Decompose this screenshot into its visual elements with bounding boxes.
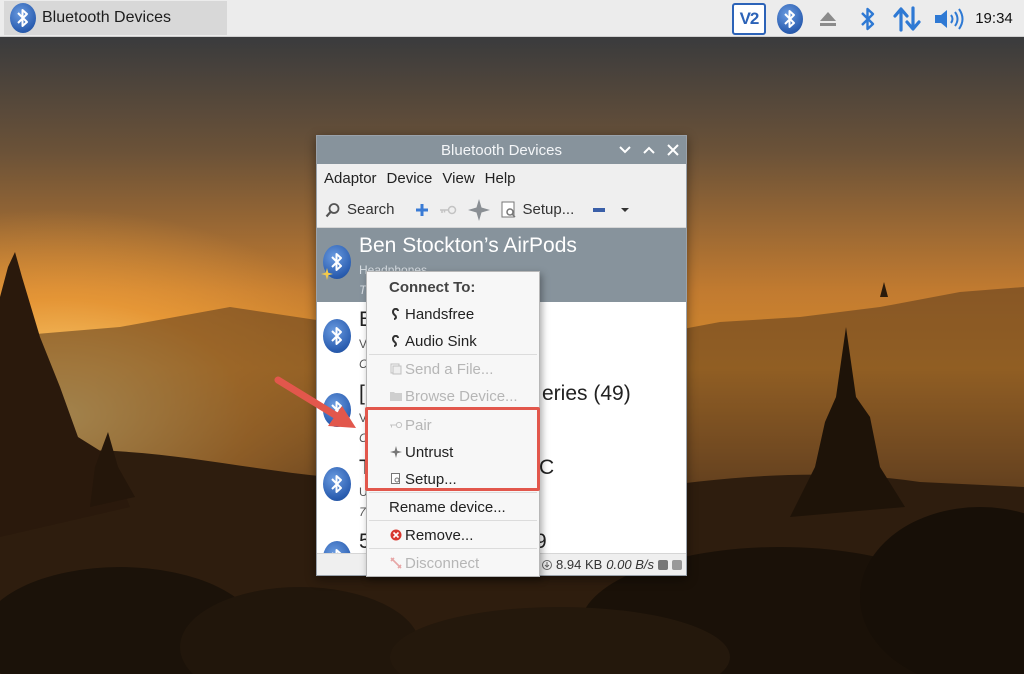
- menu-item-rename-device[interactable]: Rename device...: [367, 494, 539, 520]
- menu-item-remove[interactable]: Remove...: [367, 522, 539, 548]
- bluetooth-icon: [777, 3, 803, 34]
- menu-item-label: Disconnect: [405, 554, 480, 572]
- window-titlebar[interactable]: Bluetooth Devices: [317, 136, 686, 164]
- menu-separator: [369, 548, 537, 549]
- menu-device[interactable]: Device: [382, 170, 438, 187]
- device-detail: 7: [359, 505, 366, 519]
- menu-item-label: Send a File...: [405, 360, 494, 378]
- menu-item-label: Remove...: [405, 526, 474, 544]
- window-title: Bluetooth Devices: [441, 141, 562, 159]
- pair-toolbar-button[interactable]: [439, 204, 457, 216]
- menu-adaptor[interactable]: Adaptor: [319, 170, 382, 187]
- received-bytes: 8.94 KB: [556, 557, 603, 572]
- device-name-suffix: C: [539, 456, 555, 479]
- bluetooth-icon: [323, 467, 351, 501]
- status-indicator-icon: [658, 559, 668, 570]
- trust-toolbar-button[interactable]: [467, 198, 491, 222]
- menu-separator: [369, 492, 537, 493]
- close-button[interactable]: [666, 143, 680, 157]
- eject-tray-button[interactable]: [815, 0, 841, 37]
- add-device-button[interactable]: [415, 203, 429, 217]
- maximize-button[interactable]: [642, 143, 656, 157]
- remove-icon: [389, 528, 403, 542]
- context-menu-header: Connect To:: [389, 278, 476, 296]
- ear-icon: [389, 334, 403, 348]
- search-button-label: Search: [347, 201, 395, 218]
- menu-separator: [369, 354, 537, 355]
- trusted-sparkle-icon: [321, 268, 333, 280]
- disconnect-icon: [389, 556, 403, 570]
- clock[interactable]: 19:34: [970, 0, 1018, 37]
- toolbar-overflow-button[interactable]: [620, 207, 630, 213]
- menu-separator: [369, 520, 537, 521]
- annotation-highlight-box: [365, 407, 540, 491]
- bluetooth-icon: [323, 319, 351, 353]
- menu-help[interactable]: Help: [480, 170, 521, 187]
- device-name-suffix: eries (49): [542, 382, 631, 405]
- download-icon: [542, 559, 553, 570]
- toolbar: Search Setup...: [317, 192, 686, 228]
- menu-view[interactable]: View: [437, 170, 479, 187]
- annotation-arrow-icon: [274, 376, 356, 428]
- send-file-icon: [389, 362, 403, 376]
- bluetooth-tray-button[interactable]: [775, 0, 805, 37]
- setup-toolbar-label: Setup...: [522, 201, 575, 218]
- device-name: Ben Stockton’s AirPods: [359, 234, 577, 257]
- folder-icon: [389, 389, 403, 403]
- menu-item-label: Audio Sink: [405, 332, 477, 350]
- setup-toolbar-button[interactable]: Setup...: [501, 201, 575, 219]
- menu-item-label: Rename device...: [389, 498, 506, 516]
- key-icon: [439, 205, 456, 214]
- bluetooth-icon: [10, 3, 36, 33]
- remove-toolbar-button[interactable]: [592, 207, 606, 213]
- menu-item-send-file[interactable]: Send a File...: [367, 356, 539, 382]
- plus-icon: [415, 203, 428, 216]
- network-icon: [893, 5, 921, 32]
- dropdown-arrow-icon: [621, 207, 630, 212]
- close-icon: [667, 144, 679, 156]
- chevron-up-icon: [643, 146, 655, 154]
- menu-item-label: Handsfree: [405, 305, 475, 323]
- minus-icon: [593, 207, 606, 212]
- menu-bar: Adaptor Device View Help: [317, 164, 686, 192]
- search-button[interactable]: Search: [325, 201, 395, 218]
- vnc-tray[interactable]: V2: [731, 0, 767, 37]
- menu-item-browse-device[interactable]: Browse Device...: [367, 383, 539, 409]
- menu-item-handsfree[interactable]: Handsfree: [367, 301, 539, 327]
- network-tray-button[interactable]: [891, 0, 923, 37]
- top-panel: Bluetooth Devices V2 19:34: [0, 0, 1024, 37]
- transfer-rate: 0.00 B/s: [606, 557, 654, 572]
- taskbar-button-label: Bluetooth Devices: [42, 9, 171, 26]
- status-indicator-icon: [672, 559, 682, 570]
- minimize-button[interactable]: [618, 143, 632, 157]
- bluetooth-status-button[interactable]: [855, 0, 881, 37]
- menu-item-label: Browse Device...: [405, 387, 518, 405]
- setup-icon: [501, 201, 516, 218]
- search-icon: [325, 202, 340, 217]
- taskbar-button-bluetooth-devices[interactable]: Bluetooth Devices: [4, 1, 227, 35]
- menu-item-audio-sink[interactable]: Audio Sink: [367, 328, 539, 354]
- menu-item-disconnect[interactable]: Disconnect: [367, 550, 539, 576]
- bluetooth-icon: [861, 7, 875, 30]
- eject-icon: [820, 11, 836, 26]
- volume-icon: [935, 7, 964, 30]
- chevron-down-icon: [619, 146, 631, 154]
- volume-tray-button[interactable]: [932, 0, 966, 37]
- trust-star-icon: [467, 198, 490, 221]
- vnc-icon: V2: [732, 2, 766, 35]
- ear-icon: [389, 307, 403, 321]
